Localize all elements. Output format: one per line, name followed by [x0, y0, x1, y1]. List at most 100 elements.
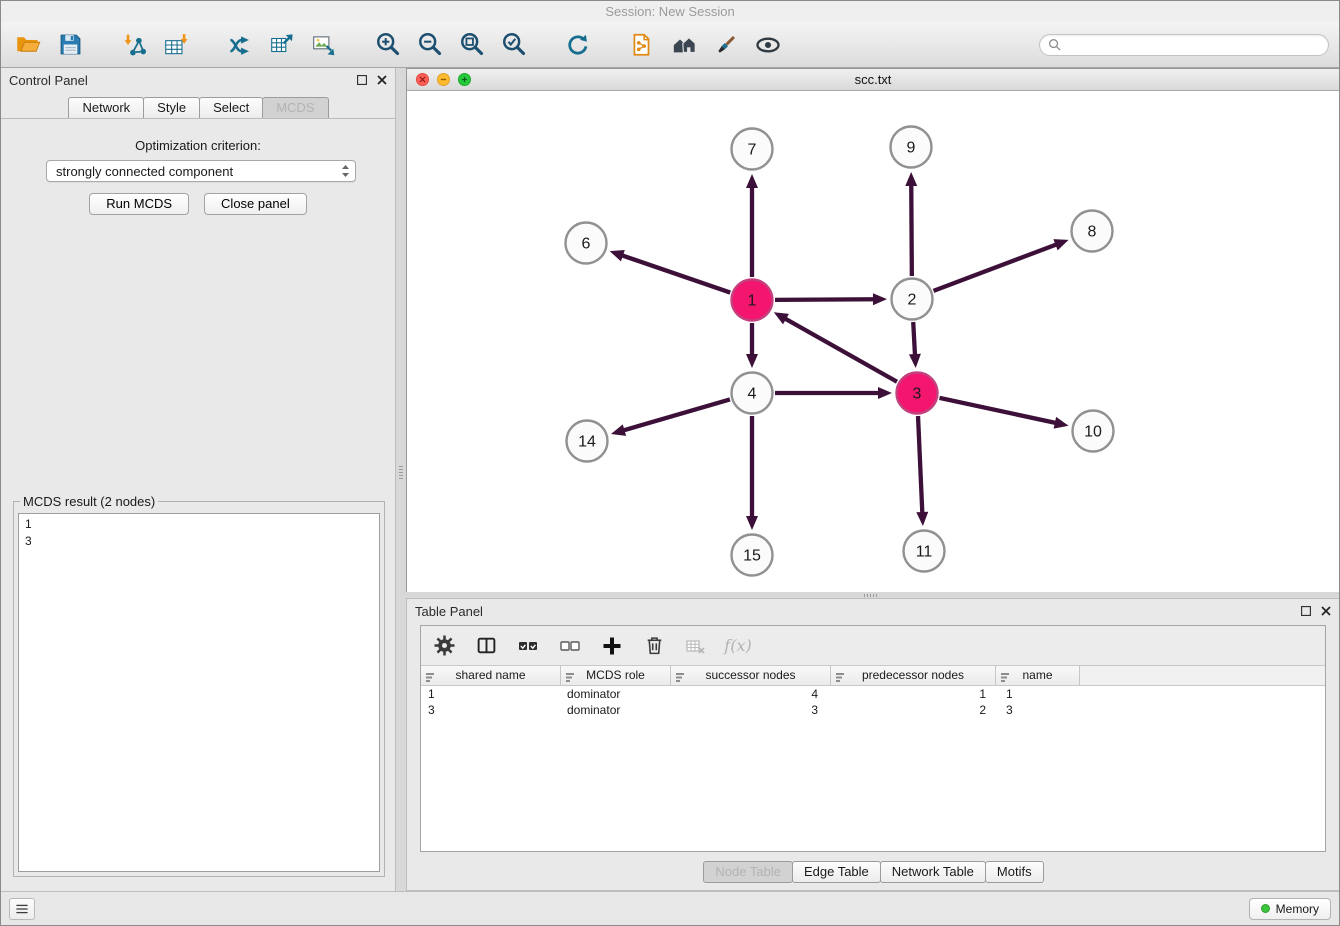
graph-edge-2-9[interactable]	[911, 183, 912, 276]
criterion-dropdown[interactable]: strongly connected component	[46, 160, 356, 182]
graph-edge-2-8[interactable]	[934, 244, 1059, 291]
mcds-result-list[interactable]: 13	[18, 513, 380, 872]
graph-node-label: 9	[907, 140, 916, 157]
float-panel-icon[interactable]	[1300, 606, 1311, 617]
graph-edge-4-14[interactable]	[622, 399, 730, 431]
delete-row-button[interactable]	[641, 633, 667, 659]
graph-edge-3-10[interactable]	[939, 398, 1057, 424]
run-mcds-button[interactable]: Run MCDS	[89, 193, 189, 215]
close-panel-icon[interactable]	[1320, 606, 1331, 617]
close-window-icon[interactable]	[416, 73, 429, 86]
task-history-button[interactable]	[9, 898, 35, 920]
save-session-button[interactable]	[53, 28, 87, 62]
search-box[interactable]	[1039, 34, 1329, 56]
graph-edge-1-2[interactable]	[775, 299, 876, 300]
column-header-label: MCDS role	[586, 668, 645, 682]
tab-network-table[interactable]: Network Table	[880, 861, 986, 883]
network-window-title: scc.txt	[855, 72, 892, 87]
tab-edge-table[interactable]: Edge Table	[792, 861, 881, 883]
graph-edge-2-3[interactable]	[913, 322, 915, 357]
tab-node-table[interactable]: Node Table	[703, 861, 793, 883]
close-panel-icon[interactable]	[376, 75, 387, 86]
network-window-titlebar[interactable]: scc.txt	[407, 69, 1339, 91]
graph-edge-arrowhead	[909, 354, 921, 368]
search-input[interactable]	[1061, 38, 1320, 52]
float-panel-icon[interactable]	[356, 75, 367, 86]
zoom-selected-button[interactable]	[497, 28, 531, 62]
zoom-in-icon	[375, 31, 402, 58]
tab-mcds[interactable]: MCDS	[262, 97, 328, 118]
show-graphics-button[interactable]	[751, 28, 785, 62]
horizontal-splitter[interactable]	[859, 593, 881, 597]
table-row[interactable]: 3dominator323	[421, 702, 1325, 718]
refresh-icon	[564, 31, 592, 59]
table-settings-button[interactable]	[431, 633, 457, 659]
column-header-MCDS-role[interactable]: MCDS role	[561, 666, 671, 685]
table-cell: 3	[421, 702, 561, 718]
graph-edge-arrowhead	[611, 424, 626, 436]
optimization-criterion-label: Optimization criterion:	[1, 138, 395, 153]
trash-icon	[644, 635, 665, 656]
network-arrows-button[interactable]	[223, 28, 257, 62]
open-session-button[interactable]	[11, 28, 45, 62]
zoom-fit-button[interactable]	[455, 28, 489, 62]
column-header-successor-nodes[interactable]: successor nodes	[671, 666, 831, 685]
function-builder-button[interactable]: f(x)	[725, 633, 751, 659]
export-table-button[interactable]	[265, 28, 299, 62]
style-brush-button[interactable]	[709, 28, 743, 62]
main-toolbar	[1, 22, 1339, 68]
refresh-view-button[interactable]	[561, 28, 595, 62]
add-row-button[interactable]	[599, 633, 625, 659]
control-panel: Control Panel Network Style Select MCDS …	[1, 68, 396, 891]
maximize-window-icon[interactable]	[458, 73, 471, 86]
zoom-in-button[interactable]	[371, 28, 405, 62]
column-header-name[interactable]: name	[996, 666, 1080, 685]
graph-edge-1-6[interactable]	[620, 255, 730, 293]
split-columns-icon	[476, 635, 497, 656]
graph-edge-3-11[interactable]	[918, 416, 922, 515]
column-header-label: shared name	[455, 668, 525, 682]
graph-edge-arrowhead	[610, 250, 625, 261]
zoom-out-button[interactable]	[413, 28, 447, 62]
network-canvas[interactable]: 7968124314101511	[407, 91, 1339, 592]
tab-style[interactable]: Style	[143, 97, 200, 118]
delete-table-icon	[685, 635, 707, 657]
split-columns-button[interactable]	[473, 633, 499, 659]
column-header-predecessor-nodes[interactable]: predecessor nodes	[831, 666, 996, 685]
mcds-result-title: MCDS result (2 nodes)	[20, 494, 158, 509]
select-all-checks-button[interactable]	[515, 633, 541, 659]
mcds-result-line: 3	[25, 533, 373, 550]
gear-icon	[434, 635, 455, 656]
table-cell: dominator	[561, 686, 671, 702]
clear-checks-button[interactable]	[557, 633, 583, 659]
home-networks-button[interactable]	[667, 28, 701, 62]
vertical-splitter[interactable]	[398, 461, 404, 483]
zoom-selected-icon	[501, 31, 528, 58]
import-table-button[interactable]	[159, 28, 193, 62]
minimize-window-icon[interactable]	[437, 73, 450, 86]
window-title: Session: New Session	[605, 4, 734, 19]
table-header-row: shared name MCDS role successor nodesprede…	[421, 666, 1325, 686]
column-header-label: name	[1022, 668, 1052, 682]
export-image-button[interactable]	[307, 28, 341, 62]
import-table-icon	[163, 32, 189, 58]
close-panel-button[interactable]: Close panel	[204, 193, 307, 215]
tab-select[interactable]: Select	[199, 97, 263, 118]
table-row[interactable]: 1dominator411	[421, 686, 1325, 702]
home-networks-icon	[671, 31, 698, 58]
table-cell: 3	[671, 702, 831, 718]
graph-node-label: 6	[582, 236, 591, 253]
tab-network[interactable]: Network	[68, 97, 144, 118]
import-network-button[interactable]	[117, 28, 151, 62]
table-body[interactable]: 1dominator4113dominator323	[421, 686, 1325, 851]
column-header-shared-name[interactable]: shared name	[421, 666, 561, 685]
open-folder-icon	[15, 31, 42, 58]
import-network-icon	[121, 32, 147, 58]
memory-button[interactable]: Memory	[1249, 898, 1331, 920]
tab-motifs[interactable]: Motifs	[985, 861, 1044, 883]
plus-icon	[601, 635, 623, 657]
delete-table-button[interactable]	[683, 633, 709, 659]
graph-edge-3-1[interactable]	[783, 318, 897, 382]
document-share-button[interactable]	[625, 28, 659, 62]
table-cell: 3	[996, 702, 1080, 718]
